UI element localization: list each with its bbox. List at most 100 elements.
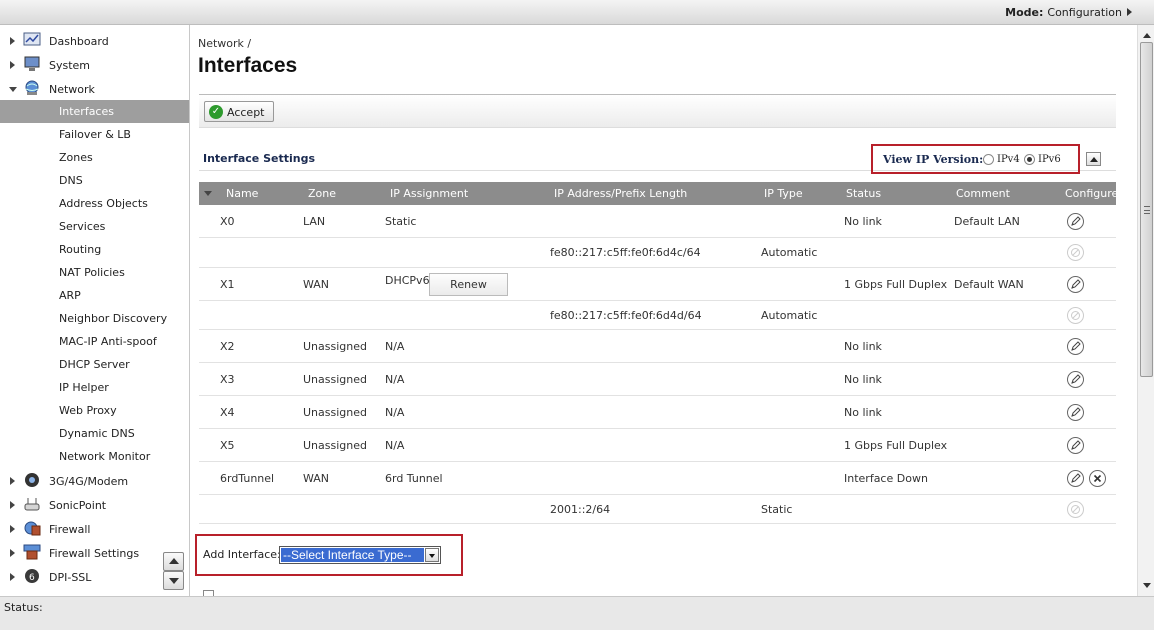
sidebar-item-failover-lb[interactable]: Failover & LB	[0, 123, 189, 146]
col-comment[interactable]: Comment	[956, 187, 1010, 200]
chevron-right-icon[interactable]	[1127, 8, 1132, 16]
mode-label: Mode:	[1005, 6, 1044, 19]
edit-pencil-icon[interactable]	[1067, 404, 1084, 421]
edit-pencil-icon[interactable]	[1067, 371, 1084, 388]
chevron-down-icon[interactable]	[425, 548, 439, 562]
sidebar-scroll-down-button[interactable]	[163, 571, 184, 590]
sidebar-item-web-proxy[interactable]: Web Proxy	[0, 399, 189, 422]
sidebar-item-services[interactable]: Services	[0, 215, 189, 238]
col-name[interactable]: Name	[226, 187, 258, 200]
sidebar-item-network-monitor[interactable]: Network Monitor	[0, 445, 189, 468]
sidebar-scroll-up-button[interactable]	[163, 552, 184, 571]
edit-pencil-icon[interactable]	[1067, 437, 1084, 454]
add-interface-box: Add Interface: --Select Interface Type--	[195, 534, 463, 576]
col-ip-type[interactable]: IP Type	[764, 187, 803, 200]
status-label: Status:	[4, 601, 43, 614]
col-ip-address[interactable]: IP Address/Prefix Length	[554, 187, 687, 200]
sidebar-item-ip-helper[interactable]: IP Helper	[0, 376, 189, 399]
cell-name: 6rdTunnel	[220, 472, 275, 485]
cell-status: 1 Gbps Full Duplex	[844, 439, 948, 452]
ipv6-radio[interactable]	[1024, 154, 1035, 165]
sidebar-item-dns[interactable]: DNS	[0, 169, 189, 192]
scroll-up-icon[interactable]	[1143, 33, 1151, 38]
collapse-section-button[interactable]	[1086, 152, 1101, 166]
delete-x-icon[interactable]	[1089, 470, 1106, 487]
sort-desc-icon[interactable]	[204, 191, 212, 196]
sidebar-item-nat-policies[interactable]: NAT Policies	[0, 261, 189, 284]
sidebar-item-label: ARP	[59, 289, 81, 302]
edit-pencil-icon[interactable]	[1067, 276, 1084, 293]
sidebar-item-sonicpoint[interactable]: SonicPoint	[0, 493, 189, 517]
sidebar-item-label: Address Objects	[59, 197, 148, 210]
sidebar-item-mac-ip-anti-spoof[interactable]: MAC-IP Anti-spoof	[0, 330, 189, 353]
col-zone[interactable]: Zone	[308, 187, 336, 200]
page-scrollbar[interactable]	[1137, 25, 1154, 596]
sidebar-item-firewall[interactable]: Firewall	[0, 517, 189, 541]
cell-name: X2	[220, 340, 235, 353]
cell-zone: WAN	[303, 278, 330, 291]
cell-zone: Unassigned	[303, 439, 367, 452]
cell-zone: LAN	[303, 215, 326, 228]
main-content: Network / Interfaces ✓ Accept Interface …	[191, 25, 1137, 596]
sidebar-item-label: DNS	[59, 174, 83, 187]
ipv4-radio[interactable]	[983, 154, 994, 165]
sidebar-item-arp[interactable]: ARP	[0, 284, 189, 307]
ipv4-label[interactable]: IPv4	[997, 154, 1020, 165]
col-status[interactable]: Status	[846, 187, 881, 200]
sidebar-item-firewall-settings[interactable]: Firewall Settings	[0, 541, 189, 565]
sidebar-item-dynamic-dns[interactable]: Dynamic DNS	[0, 422, 189, 445]
sidebar-item-label: Dashboard	[49, 35, 109, 48]
interface-type-value[interactable]: --Select Interface Type--	[281, 548, 424, 562]
interface-type-select[interactable]: --Select Interface Type--	[279, 546, 441, 564]
mode-switch[interactable]: Mode: Configuration	[1005, 6, 1132, 19]
col-ip-assignment[interactable]: IP Assignment	[390, 187, 468, 200]
collapsed-triangle-icon[interactable]	[10, 573, 15, 581]
collapsed-triangle-icon[interactable]	[10, 549, 15, 557]
renew-button[interactable]: Renew	[429, 273, 508, 296]
accept-button[interactable]: ✓ Accept	[204, 101, 274, 122]
sidebar-item-label: Firewall Settings	[49, 547, 140, 560]
scrollbar-thumb[interactable]	[1140, 42, 1153, 377]
sidebar-item-address-objects[interactable]: Address Objects	[0, 192, 189, 215]
edit-pencil-icon[interactable]	[1067, 338, 1084, 355]
mode-value[interactable]: Configuration	[1047, 6, 1122, 19]
sidebar-item-network[interactable]: Network	[0, 77, 189, 101]
sidebar-item-dashboard[interactable]: Dashboard	[0, 29, 189, 53]
checkmark-icon: ✓	[209, 105, 223, 119]
table-row: fe80::217:c5ff:fe0f:6d4c/64 Automatic	[199, 238, 1116, 268]
edit-pencil-icon[interactable]	[1067, 213, 1084, 230]
sidebar-item-routing[interactable]: Routing	[0, 238, 189, 261]
collapsed-triangle-icon[interactable]	[10, 61, 15, 69]
ip-version-selector: View IP Version: IPv4 IPv6	[871, 144, 1080, 174]
sidebar-item-dhcp-server[interactable]: DHCP Server	[0, 353, 189, 376]
cell-type: Automatic	[761, 246, 818, 259]
firewall-icon	[23, 520, 41, 536]
collapsed-triangle-icon[interactable]	[10, 501, 15, 509]
collapsed-triangle-icon[interactable]	[10, 477, 15, 485]
top-bar: Mode: Configuration	[0, 0, 1154, 25]
collapsed-triangle-icon[interactable]	[10, 525, 15, 533]
edit-pencil-icon[interactable]	[1067, 470, 1084, 487]
collapse-up-icon	[1090, 157, 1098, 162]
sidebar-item-label: Interfaces	[59, 105, 114, 118]
collapsed-triangle-icon[interactable]	[10, 37, 15, 45]
arrow-up-icon	[169, 558, 179, 564]
scroll-down-icon[interactable]	[1143, 583, 1151, 588]
sidebar-item-interfaces[interactable]: Interfaces	[0, 100, 189, 123]
sidebar-item-label: DHCP Server	[59, 358, 130, 371]
table-header: Name Zone IP Assignment IP Address/Prefi…	[199, 182, 1118, 205]
cell-status: No link	[844, 406, 882, 419]
sidebar-item-label: Failover & LB	[59, 128, 131, 141]
ipv6-label[interactable]: IPv6	[1038, 154, 1061, 165]
cell-name: X0	[220, 215, 235, 228]
sidebar-item-label: IP Helper	[59, 381, 109, 394]
cell-type: Automatic	[761, 309, 818, 322]
sidebar-item-neighbor-discovery[interactable]: Neighbor Discovery	[0, 307, 189, 330]
sidebar-item-3g-4g-modem[interactable]: 3G/4G/Modem	[0, 469, 189, 493]
sidebar-item-system[interactable]: System	[0, 53, 189, 77]
sidebar-item-dpi-ssl[interactable]: 6 DPI-SSL	[0, 565, 189, 589]
cell-assignment: N/A	[385, 340, 405, 353]
sidebar-item-zones[interactable]: Zones	[0, 146, 189, 169]
breadcrumb[interactable]: Network /	[198, 37, 251, 50]
expanded-triangle-icon[interactable]	[9, 87, 17, 92]
